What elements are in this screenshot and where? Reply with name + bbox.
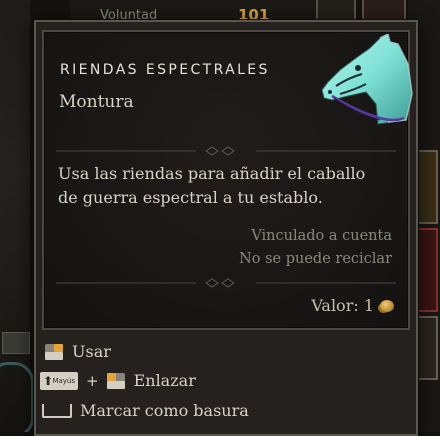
gold-coin-icon <box>380 300 394 312</box>
item-name: RIENDAS ESPECTRALES <box>60 62 270 78</box>
item-description: Usa las riendas para añadir el caballo d… <box>58 164 366 207</box>
divider <box>56 278 396 288</box>
shift-arrow-icon: ⬆ <box>43 373 54 388</box>
shift-key-label: Mayús <box>52 376 75 385</box>
item-type: Montura <box>59 92 134 112</box>
left-panel-edge <box>0 0 34 432</box>
spacebar-key-icon <box>42 403 72 418</box>
item-tooltip: RIENDAS ESPECTRALES Montura Usa las rien… <box>34 20 418 436</box>
plus-sign: + <box>86 371 99 390</box>
right-click-icon <box>45 343 63 360</box>
left-ring-decoration <box>0 362 34 432</box>
mark-junk-action[interactable]: Marcar como basura <box>42 401 249 420</box>
spectral-horse-icon <box>321 34 413 125</box>
link-label: Enlazar <box>133 371 196 390</box>
no-recycle-text: No se puede reciclar <box>239 251 392 267</box>
use-action[interactable]: Usar <box>44 342 111 361</box>
link-action[interactable]: ⬆ Mayús + Enlazar <box>40 371 196 390</box>
item-value: Valor: 1 <box>311 296 374 315</box>
account-bound-text: Vinculado a cuenta <box>251 228 392 244</box>
left-click-icon <box>106 372 125 389</box>
use-label: Usar <box>72 342 111 361</box>
left-slot[interactable] <box>2 332 30 354</box>
item-panel: RIENDAS ESPECTRALES Montura Usa las rien… <box>42 30 413 330</box>
mark-junk-label: Marcar como basura <box>80 401 249 420</box>
shift-key-icon: ⬆ Mayús <box>40 371 78 390</box>
divider <box>56 146 396 156</box>
